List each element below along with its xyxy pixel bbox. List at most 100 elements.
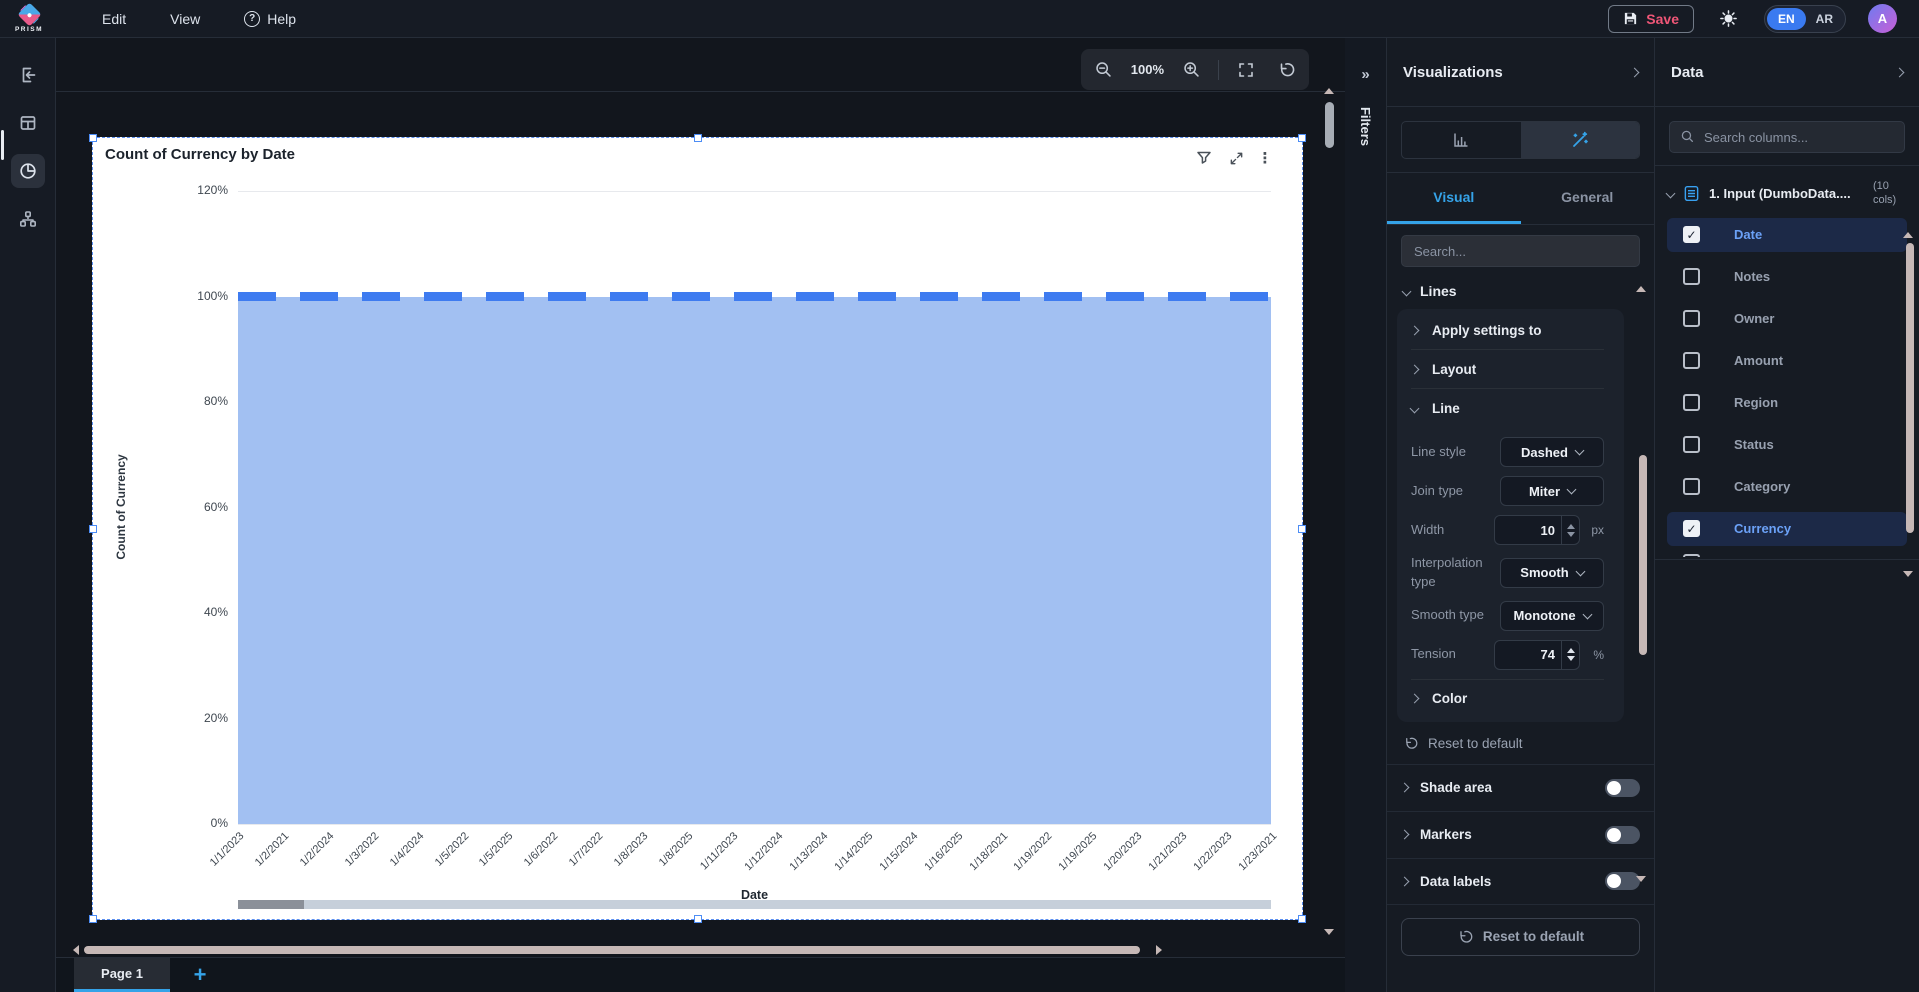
- viz-scroll-down-arrow[interactable]: [1636, 876, 1646, 882]
- canvas-horizontal-scrollbar[interactable]: [56, 943, 1345, 957]
- width-input[interactable]: [1494, 515, 1580, 545]
- column-item-currency[interactable]: ✓ Currency: [1667, 511, 1907, 546]
- save-button[interactable]: Save: [1608, 4, 1694, 33]
- column-item-amount[interactable]: Amount: [1667, 344, 1907, 378]
- section-lines[interactable]: Lines: [1387, 275, 1654, 309]
- app-logo[interactable]: PRISM: [0, 2, 58, 33]
- menu-help[interactable]: ? Help: [244, 10, 296, 27]
- charts-tool-icon[interactable]: [10, 154, 45, 188]
- resize-handle-ne[interactable]: [1298, 134, 1306, 142]
- checkbox[interactable]: ✓: [1683, 520, 1700, 538]
- menu-edit[interactable]: Edit: [102, 11, 126, 27]
- tab-general[interactable]: General: [1521, 173, 1655, 224]
- canvas-hscroll-thumb[interactable]: [84, 946, 1140, 954]
- scroll-right-arrow[interactable]: [1156, 945, 1167, 955]
- canvas-vscroll-thumb[interactable]: [1325, 102, 1334, 148]
- widget-filter-icon[interactable]: [1194, 148, 1214, 168]
- resize-handle-e[interactable]: [1298, 524, 1306, 533]
- lang-en-option[interactable]: EN: [1766, 7, 1806, 30]
- resize-handle-w[interactable]: [89, 524, 97, 533]
- tension-input[interactable]: [1494, 639, 1580, 670]
- smooth-type-select[interactable]: Monotone: [1500, 600, 1604, 631]
- data-scroll-down-arrow[interactable]: [1903, 571, 1913, 577]
- add-page-button[interactable]: +: [170, 958, 230, 992]
- data-scroll-up-arrow[interactable]: [1903, 232, 1913, 238]
- width-value[interactable]: [1495, 522, 1561, 538]
- resize-handle-sw[interactable]: [89, 915, 97, 923]
- column-item-region[interactable]: Region: [1667, 386, 1907, 420]
- collapse-data-panel-icon[interactable]: [1894, 67, 1905, 77]
- section-markers[interactable]: Markers: [1387, 810, 1654, 858]
- data-source-row[interactable]: 1. Input (DumboData.... (10 cols): [1655, 166, 1919, 218]
- checkbox[interactable]: ✓: [1683, 226, 1700, 244]
- resize-handle-n[interactable]: [693, 134, 702, 142]
- checkbox[interactable]: [1683, 310, 1700, 328]
- zoom-in-icon[interactable]: [1178, 57, 1204, 83]
- viz-scrollbar-thumb[interactable]: [1639, 455, 1647, 655]
- interpolation-type-select[interactable]: Smooth: [1500, 557, 1604, 588]
- language-toggle[interactable]: EN AR: [1763, 4, 1846, 33]
- avatar[interactable]: A: [1868, 4, 1897, 33]
- tension-stepper[interactable]: [1561, 640, 1579, 669]
- widget-expand-icon[interactable]: [1226, 148, 1246, 168]
- viz-search-input[interactable]: [1401, 235, 1640, 267]
- checkbox[interactable]: [1683, 352, 1700, 370]
- group-line[interactable]: Line: [1409, 389, 1604, 428]
- tension-value[interactable]: [1495, 647, 1561, 663]
- resize-handle-s[interactable]: [693, 915, 702, 923]
- column-item-notes[interactable]: Notes: [1667, 260, 1907, 294]
- page-tab-1[interactable]: Page 1: [74, 958, 170, 992]
- collapse-panel-icon[interactable]: [1629, 67, 1640, 77]
- scroll-left-arrow[interactable]: [68, 945, 79, 955]
- canvas-content[interactable]: 100% Count of Currency by Date ⋮ 0% 20% …: [56, 38, 1345, 943]
- markers-toggle[interactable]: [1605, 825, 1640, 844]
- chart-type-mode-button[interactable]: [1402, 122, 1521, 158]
- column-item-status[interactable]: Status: [1667, 428, 1907, 462]
- menu-view[interactable]: View: [170, 11, 200, 27]
- source-expand-icon[interactable]: [1665, 188, 1676, 199]
- lang-ar-option[interactable]: AR: [1806, 8, 1843, 30]
- column-item-date[interactable]: ✓ Date: [1667, 217, 1907, 252]
- format-mode-button[interactable]: [1520, 121, 1639, 158]
- chart-widget[interactable]: Count of Currency by Date ⋮ 0% 20% 40% 6…: [89, 134, 1306, 923]
- reset-lines-link[interactable]: Reset to default: [1387, 722, 1654, 764]
- canvas-vertical-scrollbar[interactable]: [1324, 88, 1335, 935]
- filters-expand-icon[interactable]: »: [1361, 66, 1369, 83]
- scroll-up-arrow[interactable]: [1324, 88, 1334, 94]
- group-color[interactable]: Color: [1409, 678, 1604, 718]
- join-type-select[interactable]: Miter: [1500, 476, 1604, 506]
- theme-toggle-sun-icon[interactable]: [1716, 6, 1742, 32]
- viz-scroll-up-arrow[interactable]: [1636, 286, 1646, 292]
- line-style-select[interactable]: Dashed: [1500, 437, 1604, 467]
- data-scrollbar-thumb[interactable]: [1906, 243, 1914, 533]
- resize-handle-se[interactable]: [1298, 915, 1306, 923]
- exit-editor-icon[interactable]: [11, 58, 45, 92]
- column-item-category[interactable]: Category: [1667, 470, 1907, 504]
- layout-panel-icon[interactable]: [11, 106, 45, 140]
- resize-handle-nw[interactable]: [89, 134, 97, 142]
- checkbox[interactable]: [1683, 268, 1700, 286]
- column-item-owner[interactable]: Owner: [1667, 302, 1907, 336]
- filters-collapsed-panel[interactable]: » Filters: [1345, 38, 1387, 992]
- shade-area-toggle[interactable]: [1605, 778, 1640, 797]
- checkbox[interactable]: [1683, 436, 1700, 454]
- group-layout[interactable]: Layout: [1409, 350, 1604, 389]
- reset-view-icon[interactable]: [1273, 57, 1299, 83]
- search-columns-input[interactable]: [1669, 121, 1905, 153]
- chart-scrollbar-thumb[interactable]: [238, 900, 304, 909]
- data-labels-toggle[interactable]: [1605, 872, 1640, 891]
- fit-to-screen-icon[interactable]: [1233, 57, 1259, 83]
- zoom-out-icon[interactable]: [1091, 57, 1117, 83]
- checkbox[interactable]: [1683, 478, 1700, 496]
- checkbox[interactable]: [1683, 394, 1700, 412]
- tab-visual[interactable]: Visual: [1387, 173, 1521, 224]
- widget-more-options-icon[interactable]: ⋮: [1258, 148, 1273, 168]
- reset-to-default-button[interactable]: Reset to default: [1401, 917, 1640, 956]
- scroll-down-arrow[interactable]: [1324, 929, 1334, 935]
- chart-horizontal-scrollbar[interactable]: [238, 900, 1271, 909]
- group-apply-settings-to[interactable]: Apply settings to: [1409, 311, 1604, 350]
- section-data-labels[interactable]: Data labels: [1387, 857, 1654, 905]
- section-shade-area[interactable]: Shade area: [1387, 763, 1654, 811]
- hierarchy-tool-icon[interactable]: [11, 202, 45, 236]
- width-stepper[interactable]: [1561, 516, 1579, 544]
